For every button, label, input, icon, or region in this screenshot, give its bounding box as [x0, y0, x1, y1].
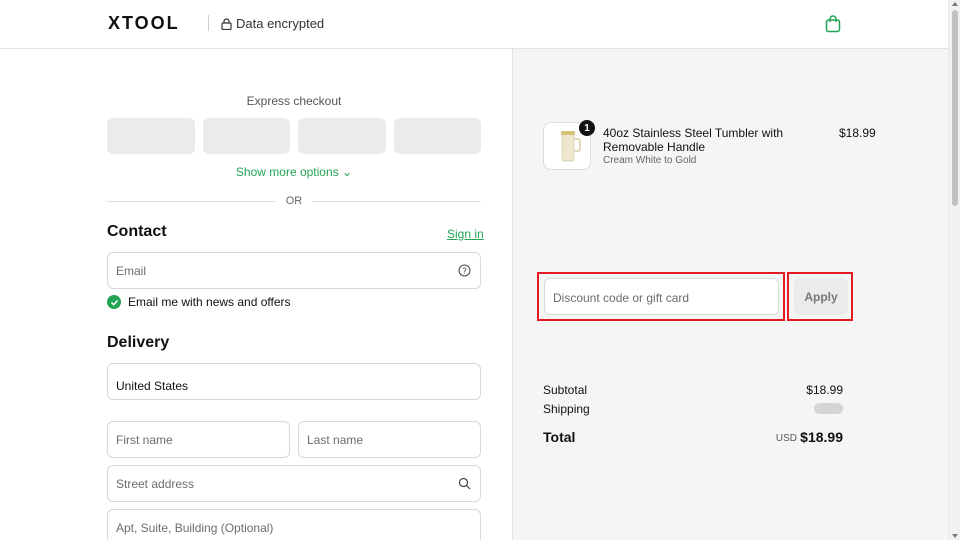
page-scrollbar[interactable] [948, 0, 960, 540]
total-value: $18.99 [800, 429, 843, 445]
or-divider: OR [107, 194, 481, 208]
contact-title: Contact [107, 223, 167, 240]
total-row: Total USD $18.99 [543, 429, 843, 445]
scroll-up-arrow-icon[interactable] [952, 2, 958, 6]
express-checkout-buttons [107, 118, 481, 154]
discount-highlight: Discount code or gift card [537, 272, 785, 321]
newsletter-label: Email me with news and offers [128, 295, 291, 309]
checkmark-icon [110, 299, 118, 306]
express-pay-button[interactable] [202, 118, 290, 154]
express-pay-button[interactable] [107, 118, 195, 154]
cart-item: 1 40oz Stainless Steel Tumbler with Remo… [543, 120, 876, 172]
checkout-form: Express checkout Show more options ⌄ OR … [0, 49, 512, 540]
apply-button[interactable]: Apply [794, 278, 848, 315]
scroll-down-arrow-icon[interactable] [952, 534, 958, 538]
order-summary: 1 40oz Stainless Steel Tumbler with Remo… [512, 49, 948, 540]
encrypted-label: Data encrypted [236, 16, 325, 31]
discount-code-input[interactable]: Discount code or gift card [544, 278, 779, 315]
email-field[interactable]: Email ? [107, 252, 481, 289]
apartment-field[interactable]: Apt, Suite, Building (Optional) [107, 509, 481, 540]
delivery-title: Delivery [107, 334, 170, 351]
shopping-bag-icon[interactable] [825, 15, 841, 33]
scrollbar-thumb[interactable] [952, 10, 958, 206]
express-checkout-label: Express checkout [246, 94, 342, 108]
shipping-row: Shipping [543, 402, 843, 416]
subtotal-value: $18.99 [806, 383, 843, 397]
svg-text:XTOOL: XTOOL [108, 14, 180, 32]
quantity-badge: 1 [579, 120, 595, 136]
last-name-field[interactable]: Last name [298, 421, 481, 458]
svg-text:?: ? [462, 267, 467, 276]
chevron-down-icon: ⌄ [342, 165, 353, 179]
email-placeholder: Email [116, 264, 147, 278]
shipping-loading-placeholder [814, 403, 843, 414]
encryption-notice: Data encrypted [221, 16, 324, 31]
subtotal-row: Subtotal $18.99 [543, 383, 843, 397]
lock-icon [221, 17, 232, 30]
country-value: United States [116, 379, 189, 393]
product-price: $18.99 [839, 126, 876, 140]
first-name-field[interactable]: First name [107, 421, 290, 458]
help-icon[interactable]: ? [458, 264, 471, 277]
express-pay-button[interactable] [298, 118, 386, 154]
street-address-placeholder: Street address [116, 477, 195, 491]
total-label: Total [543, 429, 576, 445]
product-name: 40oz Stainless Steel Tumbler with Remova… [603, 126, 784, 154]
newsletter-checkbox-row[interactable]: Email me with news and offers [107, 295, 291, 309]
or-label: OR [285, 195, 303, 207]
first-name-placeholder: First name [116, 433, 173, 447]
xtool-logo[interactable]: XTOOL [108, 14, 194, 32]
search-icon [458, 477, 471, 490]
header: XTOOL Data encrypted [0, 0, 948, 49]
apply-highlight: Apply [787, 272, 853, 321]
product-variant: Cream White to Gold [603, 155, 697, 166]
newsletter-checkbox[interactable] [107, 295, 121, 309]
last-name-placeholder: Last name [307, 433, 364, 447]
shipping-label: Shipping [543, 402, 590, 416]
subtotal-label: Subtotal [543, 383, 588, 397]
show-more-options-label: Show more options [235, 165, 339, 179]
discount-placeholder: Discount code or gift card [553, 291, 690, 305]
show-more-options-link[interactable]: Show more options ⌄ [107, 165, 481, 179]
currency-code: USD [775, 433, 797, 444]
country-select[interactable]: United States [107, 363, 481, 400]
header-divider [208, 15, 209, 31]
apartment-placeholder: Apt, Suite, Building (Optional) [116, 521, 274, 535]
sign-in-link[interactable]: Sign in [447, 227, 484, 241]
express-pay-button[interactable] [393, 118, 481, 154]
street-address-field[interactable]: Street address [107, 465, 481, 502]
